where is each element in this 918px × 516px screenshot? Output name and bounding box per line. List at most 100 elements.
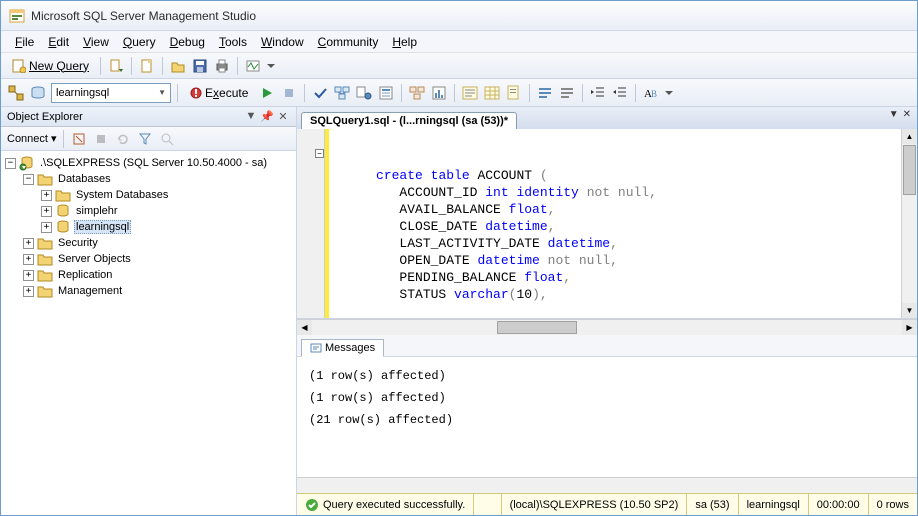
tree-security[interactable]: + Security (3, 235, 294, 251)
search-icon[interactable] (158, 130, 176, 148)
query-options-icon[interactable] (355, 84, 373, 102)
messages-output[interactable]: (1 row(s) affected) (1 row(s) affected) … (297, 357, 917, 477)
separator (454, 84, 455, 102)
dropdown-icon[interactable] (266, 57, 276, 75)
new-db-query-icon[interactable] (107, 57, 125, 75)
folder-icon (55, 187, 71, 203)
expand-icon[interactable]: + (23, 286, 34, 297)
menu-edit[interactable]: Edit (42, 33, 75, 51)
code-text[interactable]: create table ACCOUNT ( ACCOUNT_ID int id… (329, 129, 901, 318)
debug-play-icon[interactable] (258, 84, 276, 102)
expand-icon[interactable]: + (23, 254, 34, 265)
tree-security-label: Security (56, 237, 100, 249)
parse-check-icon[interactable] (311, 84, 329, 102)
results-text-icon[interactable] (461, 84, 479, 102)
titlebar: Microsoft SQL Server Management Studio (1, 1, 917, 31)
menu-file[interactable]: File (9, 33, 40, 51)
stop-icon[interactable] (280, 84, 298, 102)
outline-collapse-icon[interactable]: − (315, 149, 324, 158)
expand-icon[interactable]: + (41, 206, 52, 217)
status-database: learningsql (739, 494, 809, 515)
collapse-icon[interactable]: − (5, 158, 16, 169)
status-rows: 0 rows (869, 494, 917, 515)
outdent-icon[interactable] (611, 84, 629, 102)
document-tabs: SQLQuery1.sql - (l...rningsql (sa (53))*… (297, 107, 917, 129)
scroll-right-icon[interactable]: ▶ (902, 320, 917, 335)
stop-icon[interactable] (92, 130, 110, 148)
vertical-scrollbar[interactable]: ▲ ▼ (901, 129, 917, 318)
menu-window[interactable]: Window (255, 33, 310, 51)
print-icon[interactable] (213, 57, 231, 75)
menu-community[interactable]: Community (312, 33, 385, 51)
pin-icon[interactable]: 📌 (260, 110, 274, 123)
object-explorer-title: Object Explorer (7, 111, 83, 123)
tab-close-icon[interactable]: ✕ (903, 109, 911, 120)
database-combo[interactable]: learningsql ▼ (51, 83, 171, 103)
tree-replication-label: Replication (56, 269, 114, 281)
editor-area: SQLQuery1.sql - (l...rningsql (sa (53))*… (297, 107, 917, 515)
include-actual-plan-icon[interactable] (408, 84, 426, 102)
menu-help[interactable]: Help (386, 33, 423, 51)
tree-system-databases[interactable]: + System Databases (3, 187, 294, 203)
tab-dropdown-icon[interactable]: ▼ (889, 109, 899, 120)
object-tree[interactable]: − .\SQLEXPRESS (SQL Server 10.50.4000 - … (1, 151, 296, 515)
tab-messages-label: Messages (325, 342, 375, 354)
scroll-thumb[interactable] (903, 145, 916, 195)
new-query-button[interactable]: New Query (7, 57, 94, 75)
expand-icon[interactable]: + (23, 238, 34, 249)
status-success: Query executed successfully. (297, 494, 474, 515)
new-file-icon[interactable] (138, 57, 156, 75)
scroll-thumb[interactable] (497, 321, 577, 334)
expand-icon[interactable]: + (41, 222, 52, 233)
filter-icon[interactable] (136, 130, 154, 148)
menu-tools[interactable]: Tools (213, 33, 253, 51)
close-icon[interactable]: ✕ (276, 110, 290, 123)
menu-view[interactable]: View (77, 33, 115, 51)
scroll-left-icon[interactable]: ◀ (297, 320, 312, 335)
tree-db-learningsql[interactable]: + learningsql (3, 219, 294, 235)
available-db-icon[interactable] (29, 84, 47, 102)
execute-button[interactable]: Execute (184, 84, 254, 102)
connect-button[interactable]: Connect ▾ (7, 132, 57, 145)
expand-icon[interactable]: + (41, 190, 52, 201)
change-connection-icon[interactable] (7, 84, 25, 102)
specify-values-icon[interactable]: AB (642, 84, 660, 102)
menu-query[interactable]: Query (117, 33, 162, 51)
folder-icon (37, 251, 53, 267)
dropdown-icon[interactable] (664, 84, 674, 102)
code-editor[interactable]: − create table ACCOUNT ( ACCOUNT_ID int … (297, 129, 917, 319)
disconnect-icon[interactable] (70, 130, 88, 148)
tree-management[interactable]: + Management (3, 283, 294, 299)
expand-icon[interactable]: + (23, 270, 34, 281)
chevron-down-icon: ▼ (158, 88, 166, 97)
tree-root[interactable]: − .\SQLEXPRESS (SQL Server 10.50.4000 - … (3, 155, 294, 171)
messages-scrollbar[interactable] (297, 477, 917, 493)
message-line: (1 row(s) affected) (309, 365, 905, 387)
status-time: 00:00:00 (809, 494, 869, 515)
client-stats-icon[interactable] (430, 84, 448, 102)
tab-messages[interactable]: Messages (301, 339, 384, 357)
menu-debug[interactable]: Debug (164, 33, 211, 51)
uncomment-icon[interactable] (558, 84, 576, 102)
horizontal-scrollbar[interactable]: ◀ ▶ (297, 319, 917, 335)
refresh-icon[interactable] (114, 130, 132, 148)
scroll-down-icon[interactable]: ▼ (902, 303, 917, 318)
tab-sqlquery[interactable]: SQLQuery1.sql - (l...rningsql (sa (53))* (301, 112, 517, 129)
estimated-plan-icon[interactable] (333, 84, 351, 102)
dropdown-icon[interactable]: ▼ (244, 110, 258, 123)
open-icon[interactable] (169, 57, 187, 75)
comment-icon[interactable] (536, 84, 554, 102)
activity-monitor-icon[interactable] (244, 57, 262, 75)
indent-icon[interactable] (589, 84, 607, 102)
app-icon (9, 8, 25, 24)
tree-databases[interactable]: − Databases (3, 171, 294, 187)
collapse-icon[interactable]: − (23, 174, 34, 185)
tree-server-objects[interactable]: + Server Objects (3, 251, 294, 267)
tree-db-simplehr[interactable]: + simplehr (3, 203, 294, 219)
tree-replication[interactable]: + Replication (3, 267, 294, 283)
results-grid-icon[interactable] (483, 84, 501, 102)
results-file-icon[interactable] (505, 84, 523, 102)
save-icon[interactable] (191, 57, 209, 75)
intellisense-icon[interactable] (377, 84, 395, 102)
scroll-up-icon[interactable]: ▲ (902, 129, 917, 144)
